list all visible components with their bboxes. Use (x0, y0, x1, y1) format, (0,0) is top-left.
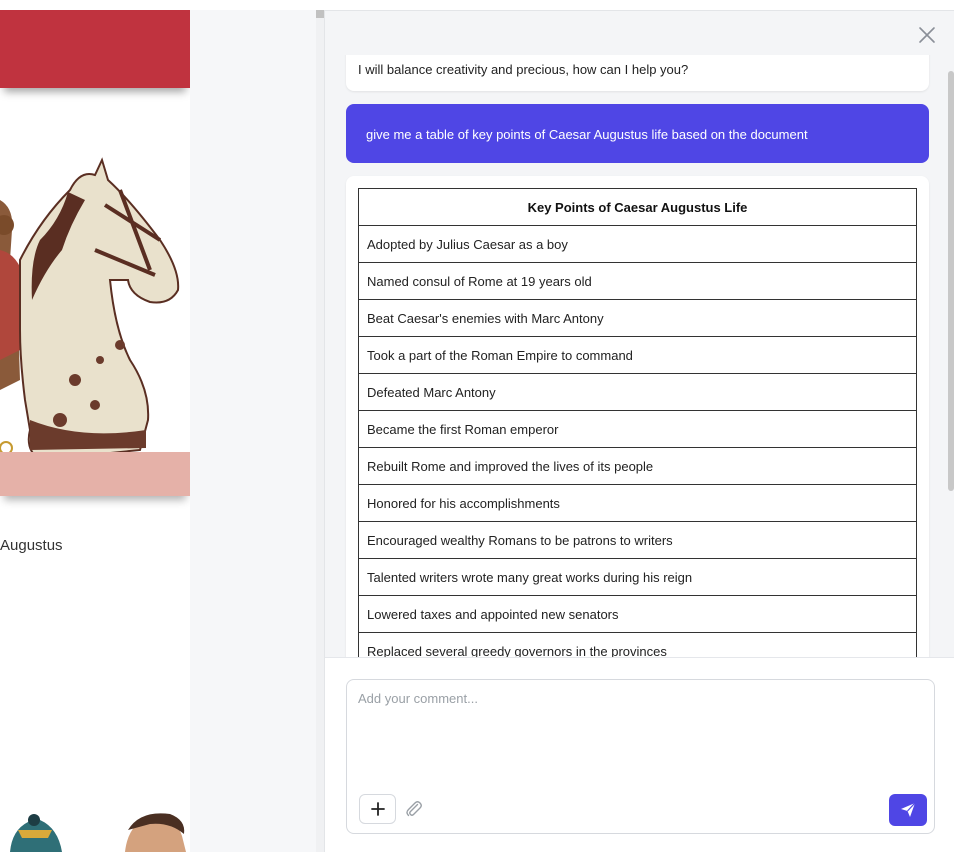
table-cell: Encouraged wealthy Romans to be patrons … (358, 521, 917, 559)
table-row: Named consul of Rome at 19 years old (358, 262, 917, 300)
close-icon (919, 27, 935, 43)
attach-button[interactable] (403, 798, 425, 820)
table-row: Rebuilt Rome and improved the lives of i… (358, 447, 917, 485)
table-row: Took a part of the Roman Empire to comma… (358, 336, 917, 374)
table-cell: Replaced several greedy governors in the… (358, 632, 917, 657)
paperclip-icon (406, 801, 422, 817)
table-cell: Named consul of Rome at 19 years old (358, 262, 917, 300)
bottom-figures-illustration (10, 813, 186, 852)
app-root: Augustus I will balance creativity and p… (0, 0, 954, 852)
table-cell: Defeated Marc Antony (358, 373, 917, 411)
table-row: Adopted by Julius Caesar as a boy (358, 225, 917, 263)
message-list: I will balance creativity and precious, … (325, 55, 954, 657)
ai-table-message: Key Points of Caesar Augustus Life Adopt… (346, 176, 929, 657)
table-row: Defeated Marc Antony (358, 373, 917, 411)
table-header-row: Key Points of Caesar Augustus Life (358, 188, 917, 226)
table-cell: Honored for his accomplishments (358, 484, 917, 522)
table-row: Became the first Roman emperor (358, 410, 917, 448)
document-gutter (190, 10, 316, 852)
document-page: Augustus (0, 10, 190, 852)
comment-composer (346, 679, 935, 834)
table-cell: Lowered taxes and appointed new senators (358, 595, 917, 633)
ai-greeting-message: I will balance creativity and precious, … (346, 55, 929, 91)
add-button[interactable] (359, 794, 396, 824)
table-row: Encouraged wealthy Romans to be patrons … (358, 521, 917, 559)
table-row: Talented writers wrote many great works … (358, 558, 917, 596)
document-caption: Augustus (0, 537, 63, 554)
table-cell: Adopted by Julius Caesar as a boy (358, 225, 917, 263)
table-cell: Took a part of the Roman Empire to comma… (358, 336, 917, 374)
chat-scrollbar-thumb[interactable] (948, 71, 954, 491)
table-header: Key Points of Caesar Augustus Life (358, 188, 917, 226)
table-cell: Beat Caesar's enemies with Marc Antony (358, 299, 917, 337)
comment-input[interactable] (347, 680, 934, 780)
table-row: Beat Caesar's enemies with Marc Antony (358, 299, 917, 337)
horse-illustration (0, 157, 180, 462)
plus-icon (370, 802, 385, 816)
document-scrollbar-thumb[interactable] (316, 10, 324, 18)
document-caption-band (0, 452, 190, 496)
composer-area (325, 657, 954, 852)
table-row: Lowered taxes and appointed new senators (358, 595, 917, 633)
table-cell: Talented writers wrote many great works … (358, 558, 917, 596)
table-cell: Became the first Roman emperor (358, 410, 917, 448)
chat-panel: I will balance creativity and precious, … (324, 10, 954, 852)
table-row: Replaced several greedy governors in the… (358, 632, 917, 657)
document-header-band (0, 10, 190, 88)
send-icon (901, 802, 916, 817)
key-points-table: Key Points of Caesar Augustus Life Adopt… (358, 188, 917, 657)
close-button[interactable] (917, 25, 937, 45)
user-prompt-message: give me a table of key points of Caesar … (346, 104, 929, 163)
table-row: Honored for his accomplishments (358, 484, 917, 522)
send-button[interactable] (889, 794, 927, 826)
document-scrollbar[interactable] (316, 10, 324, 852)
table-cell: Rebuilt Rome and improved the lives of i… (358, 447, 917, 485)
